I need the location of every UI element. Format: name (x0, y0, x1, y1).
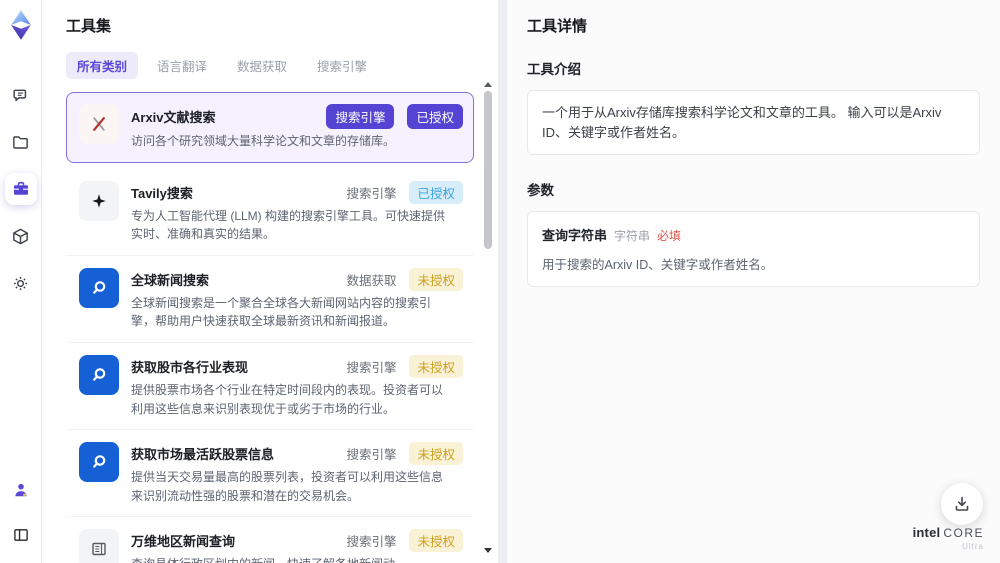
tool-list: Arxiv文献搜索 搜索引擎 已授权 访问各个研究领域大量科学论文和文章的存储库… (66, 92, 498, 563)
tool-description: 提供当天交易量最高的股票列表，投资者可以利用这些信息来识别流动性强的股票和潜在的… (131, 470, 444, 503)
list-scrollbar[interactable] (483, 82, 493, 553)
params-heading: 参数 (527, 183, 554, 198)
category-label: 数据获取 (346, 273, 397, 288)
tool-description: 访问各个研究领域大量科学论文和文章的存储库。 (131, 134, 396, 148)
parameter-box: 查询字符串 字符串 必填 用于搜索的Arxiv ID、关键字或作者姓名。 (527, 211, 980, 287)
scroll-down-arrow[interactable] (484, 548, 492, 553)
panel-layout-icon (12, 526, 30, 544)
tool-card-sector-performance[interactable]: 获取股市各行业表现 搜索引擎 未授权 提供股票市场各个行业在特定时间段内的表现。… (66, 343, 474, 431)
tool-name: Tavily搜索 (131, 185, 193, 201)
intro-heading: 工具介绍 (527, 62, 581, 77)
sidebar-item-files[interactable] (5, 126, 37, 158)
blue-search-icon (79, 354, 119, 395)
param-type: 字符串 (614, 229, 651, 243)
tool-list-panel: 工具集 所有类别 语言翻译 数据获取 搜索引擎 Arxiv文献搜索 搜索引擎 已… (42, 0, 498, 563)
sparkle-icon (79, 180, 119, 221)
tab-all-categories[interactable]: 所有类别 (66, 52, 139, 79)
collapse-sidebar-button[interactable] (5, 519, 37, 551)
tool-card-global-news[interactable]: 全球新闻搜索 数据获取 未授权 全球新闻搜索是一个聚合全球各大新闻网站内容的搜索… (66, 256, 474, 343)
param-description: 用于搜索的Arxiv ID、关键字或作者姓名。 (542, 258, 774, 272)
tab-search-engine[interactable]: 搜索引擎 (306, 52, 378, 79)
blue-search-icon (79, 267, 119, 308)
toolbox-icon (11, 179, 31, 199)
category-label: 搜索引擎 (346, 448, 397, 463)
tool-name: 全球新闻搜索 (131, 272, 210, 288)
sidebar-bottom (5, 474, 37, 551)
sidebar-nav (4, 79, 37, 299)
category-label: 搜索引擎 (346, 535, 397, 550)
user-icon (12, 481, 30, 499)
app-window: 工具集 所有类别 语言翻译 数据获取 搜索引擎 Arxiv文献搜索 搜索引擎 已… (0, 0, 1000, 563)
gear-icon (11, 274, 30, 293)
auth-status-badge: 已授权 (407, 104, 463, 129)
tool-name: Arxiv文献搜索 (131, 110, 216, 125)
auth-status-badge: 已授权 (409, 180, 463, 204)
tab-data-fetch[interactable]: 数据获取 (226, 52, 298, 79)
category-label: 搜索引擎 (346, 186, 397, 201)
download-icon (952, 494, 972, 514)
auth-status-badge: 未授权 (409, 354, 463, 378)
sidebar-item-tools[interactable] (4, 173, 37, 205)
folder-icon (11, 133, 30, 152)
app-logo-icon[interactable] (6, 9, 36, 41)
user-avatar[interactable] (5, 474, 37, 506)
cube-icon (11, 227, 30, 246)
sidebar-item-chat[interactable] (5, 79, 37, 111)
page-title: 工具集 (66, 18, 112, 35)
details-title: 工具详情 (527, 18, 588, 35)
sidebar (0, 0, 42, 563)
intel-core-logo: intel CORE Ultra (913, 525, 984, 551)
tool-card-most-active-stocks[interactable]: 获取市场最活跃股票信息 搜索引擎 未授权 提供当天交易量最高的股票列表，投资者可… (66, 430, 474, 518)
tool-name: 获取股市各行业表现 (131, 359, 249, 375)
param-required-badge: 必填 (657, 229, 682, 243)
blue-search-icon (79, 442, 119, 483)
category-badge: 搜索引擎 (326, 104, 395, 129)
tool-description: 全球新闻搜索是一个聚合全球各大新闻网站内容的搜索引擎，帮助用户快速获取全球最新资… (131, 295, 432, 329)
brand-core-text: CORE (943, 526, 984, 540)
arxiv-x-icon (79, 104, 119, 144)
tool-card-tavily[interactable]: Tavily搜索 搜索引擎 已授权 专为人工智能代理 (LLM) 构建的搜索引擎… (66, 169, 474, 256)
brand-ultra-text: Ultra (962, 542, 984, 551)
auth-status-badge: 未授权 (409, 442, 463, 466)
tool-description: 查询具体行政区划内的新闻，快速了解各地新闻动 (131, 555, 453, 563)
scroll-up-arrow[interactable] (484, 82, 492, 87)
category-label: 搜索引擎 (346, 360, 397, 375)
tool-description: 提供股票市场各个行业在特定时间段内的表现。投资者可以利用这些信息来识别表现优于或… (131, 382, 444, 416)
tool-name: 获取市场最活跃股票信息 (131, 447, 275, 463)
brand-intel-text: intel (912, 525, 941, 540)
category-tabs: 所有类别 语言翻译 数据获取 搜索引擎 (66, 52, 498, 79)
scrollbar-thumb[interactable] (484, 91, 492, 249)
tool-card-regional-news[interactable]: 万维地区新闻查询 搜索引擎 未授权 查询具体行政区划内的新闻，快速了解各地新闻动 (66, 517, 474, 563)
tool-description: 专为人工智能代理 (LLM) 构建的搜索引擎工具。可快速提供实时、准确和真实的结… (131, 208, 446, 242)
download-button[interactable] (941, 483, 983, 525)
tool-details-panel: 工具详情 工具介绍 一个用于从Arxiv存储库搜索科学论文和文章的工具。 输入可… (506, 0, 1000, 563)
tool-name: 万维地区新闻查询 (131, 534, 236, 550)
sidebar-item-settings[interactable] (5, 267, 37, 299)
tool-intro-box: 一个用于从Arxiv存储库搜索科学论文和文章的工具。 输入可以是Arxiv ID… (527, 90, 980, 155)
chat-icon (11, 86, 30, 105)
sidebar-item-packages[interactable] (5, 220, 37, 252)
tool-card-arxiv[interactable]: Arxiv文献搜索 搜索引擎 已授权 访问各个研究领域大量科学论文和文章的存储库… (66, 92, 474, 163)
tab-language-translation[interactable]: 语言翻译 (146, 52, 218, 79)
auth-status-badge: 未授权 (409, 529, 463, 553)
newspaper-icon (79, 529, 119, 563)
auth-status-badge: 未授权 (409, 267, 463, 291)
param-name: 查询字符串 (542, 228, 608, 243)
